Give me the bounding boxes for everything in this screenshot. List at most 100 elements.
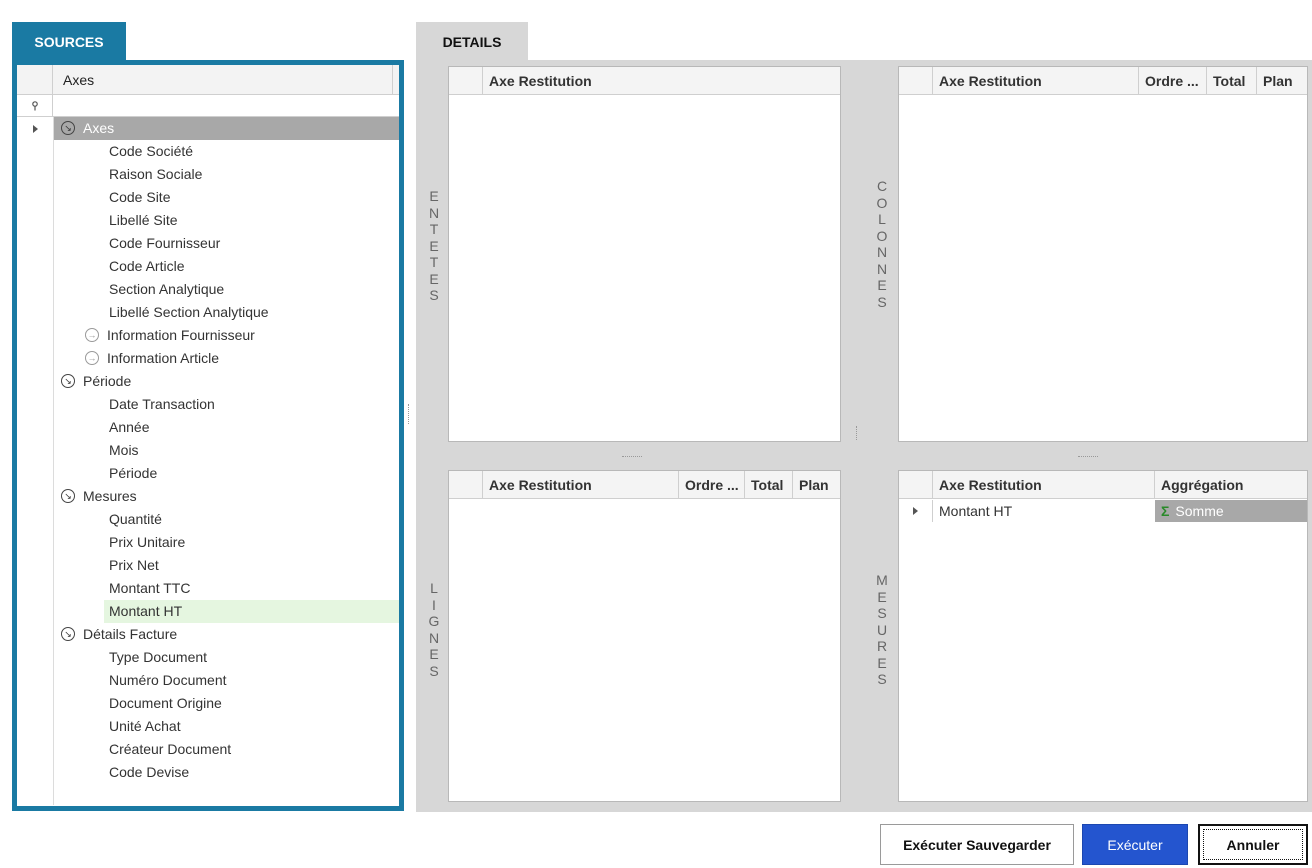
side-label-letter: T [429,221,439,237]
column-header-ordre[interactable]: Ordre ... [679,471,745,499]
mesures-side-label: MESURES [872,572,892,688]
side-label-letter: S [877,671,887,687]
tree-group-0[interactable]: ↘ Axes [17,117,399,140]
tree-item-label: Type Document [109,649,208,665]
tree-item[interactable]: Code Article [17,255,399,278]
tab-sources[interactable]: SOURCES [12,22,126,62]
colonnes-grid-header: Axe Restitution Ordre ... Total Plan [899,67,1307,95]
collapse-icon[interactable]: ↘ [61,121,75,135]
side-label-letter: N [428,204,440,221]
tree-item[interactable]: Code Société [17,140,399,163]
tree-item-label: Information Article [107,350,220,366]
column-header-plan[interactable]: Plan [1257,67,1307,95]
tree-group-9[interactable]: → Information Fournisseur [17,324,399,347]
execute-save-button[interactable]: Exécuter Sauvegarder [880,824,1074,865]
tree-item[interactable]: Code Site [17,186,399,209]
row-pointer-icon [33,125,38,133]
column-header-axe-restitution[interactable]: Axe Restitution [483,67,840,95]
tree-item[interactable]: Code Devise [17,761,399,784]
table-row[interactable]: Montant HT Σ Somme [899,500,1307,522]
side-label-letter: S [429,662,439,679]
column-header-axe-restitution[interactable]: Axe Restitution [933,67,1139,95]
side-label-letter: T [429,254,439,270]
row-header-cell [449,67,483,95]
filter-row[interactable] [17,95,399,117]
side-label-letter: S [429,287,439,303]
mesures-grid[interactable]: Axe Restitution Aggrégation Montant HT Σ… [898,470,1308,802]
column-header-plan[interactable]: Plan [793,471,840,499]
tree-item[interactable]: Montant HT [17,600,399,623]
collapse-icon[interactable]: ↘ [61,489,75,503]
tree-item-label: Numéro Document [109,672,227,688]
tree-item[interactable]: Libellé Site [17,209,399,232]
tree-item[interactable]: Année [17,416,399,439]
row-pointer-icon [913,507,918,515]
tree-item[interactable]: Mois [17,439,399,462]
expand-icon[interactable]: → [85,351,99,365]
aggregation-value: Somme [1175,503,1224,519]
tree-item-label: Prix Unitaire [109,534,186,550]
tree-item[interactable]: Document Origine [17,692,399,715]
tab-details[interactable]: DETAILS [416,22,528,62]
lignes-grid[interactable]: Axe Restitution Ordre ... Total Plan [448,470,841,802]
tree-item-label: Détails Facture [83,626,178,642]
tree-item[interactable]: Créateur Document [17,738,399,761]
side-label-letter: E [429,188,439,204]
tree-item-label: Code Fournisseur [109,235,221,251]
tree-item[interactable]: Unité Achat [17,715,399,738]
vertical-splitter-main[interactable] [408,404,409,424]
tree-item-label: Mesures [83,488,137,504]
cell-aggregation[interactable]: Σ Somme [1155,500,1307,522]
tree-item[interactable]: Libellé Section Analytique [17,301,399,324]
tree-item[interactable]: Quantité [17,508,399,531]
tree-item[interactable]: Montant TTC [17,577,399,600]
side-label-letter: E [877,588,887,605]
tree-item-label: Section Analytique [109,281,225,297]
column-header-axes[interactable]: Axes [63,65,94,95]
cancel-button[interactable]: Annuler [1198,824,1308,865]
column-header-axe-restitution[interactable]: Axe Restitution [933,471,1155,499]
column-header-total[interactable]: Total [745,471,793,499]
tree-group-10[interactable]: → Information Article [17,347,399,370]
execute-button[interactable]: Exécuter [1082,824,1188,865]
tree-item[interactable]: Section Analytique [17,278,399,301]
header-gutter [17,65,53,95]
tree-item-label: Période [83,373,132,389]
horizontal-splitter-right[interactable] [1078,456,1098,457]
tree-group-22[interactable]: ↘ Détails Facture [17,623,399,646]
sources-tree: ↘ Axes Code Société Raison Sociale Code Site… [17,117,399,805]
tree-item[interactable]: Prix Unitaire [17,531,399,554]
tree-item[interactable]: Date Transaction [17,393,399,416]
side-label-letter: L [430,580,438,596]
expand-icon[interactable]: → [85,328,99,342]
tree-item[interactable]: Code Fournisseur [17,232,399,255]
tree-item-label: Mois [109,442,139,458]
column-header-ordre[interactable]: Ordre ... [1139,67,1207,95]
horizontal-splitter-left[interactable] [622,456,642,457]
details-panel: ENTETES Axe Restitution COLONNES Axe Res… [416,60,1312,812]
side-label-letter: M [876,572,888,588]
entetes-grid[interactable]: Axe Restitution [448,66,841,442]
tree-group-11[interactable]: ↘ Période [17,370,399,393]
tree-item[interactable]: Prix Net [17,554,399,577]
tree-item[interactable]: Raison Sociale [17,163,399,186]
column-header-total[interactable]: Total [1207,67,1257,95]
vertical-splitter-details[interactable] [856,426,857,440]
collapse-icon[interactable]: ↘ [61,374,75,388]
tree-group-16[interactable]: ↘ Mesures [17,485,399,508]
tree-item[interactable]: Type Document [17,646,399,669]
colonnes-grid[interactable]: Axe Restitution Ordre ... Total Plan [898,66,1308,442]
tree-item[interactable]: Période [17,462,399,485]
tree-item-label: Montant HT [109,603,183,619]
tree-item-label: Axes [83,120,115,136]
tree-item[interactable]: Numéro Document [17,669,399,692]
lignes-side-label: LIGNES [424,580,444,679]
side-label-letter: G [428,613,440,629]
cell-axe-restitution[interactable]: Montant HT [939,500,1012,522]
column-header-axe-restitution[interactable]: Axe Restitution [483,471,679,499]
collapse-icon[interactable]: ↘ [61,627,75,641]
tree-item-label: Montant TTC [109,580,191,596]
side-label-letter: O [876,194,888,211]
column-header-aggregation[interactable]: Aggrégation [1155,471,1307,499]
pin-icon[interactable] [17,95,53,117]
